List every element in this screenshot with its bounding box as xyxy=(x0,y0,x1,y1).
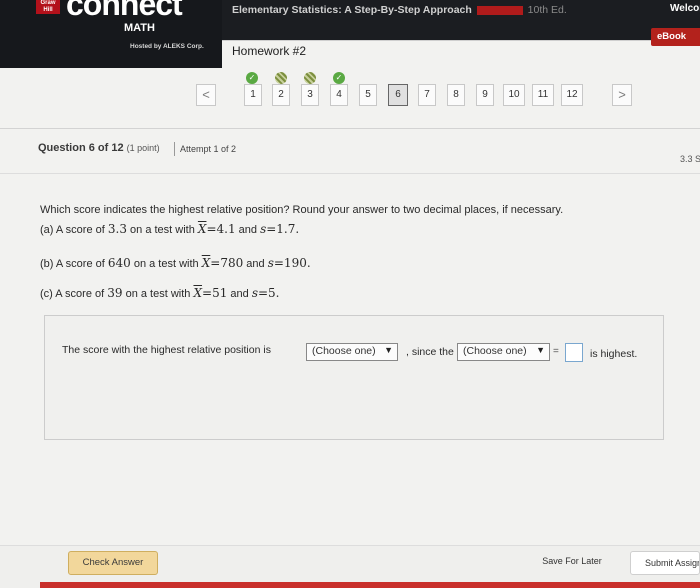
edition-text: 10th Ed. xyxy=(527,4,567,16)
header-divider xyxy=(174,142,175,156)
mean-symbol: X xyxy=(201,256,211,270)
answer-value-input[interactable] xyxy=(565,343,583,362)
prev-question-button[interactable]: < xyxy=(196,84,216,106)
option-and: and xyxy=(243,258,268,270)
partial-progress-icon xyxy=(275,72,287,84)
option-c: (c) A score of 39 on a test with X=51 an… xyxy=(40,286,280,300)
question-number: Question 6 of 12 xyxy=(38,142,124,154)
question-7-button[interactable]: 7 xyxy=(418,84,436,106)
question-4-button[interactable]: 4 xyxy=(330,84,348,106)
option-mid: on a test with xyxy=(122,288,194,300)
save-for-later-button[interactable]: Save For Later xyxy=(532,556,612,566)
question-navigator: < ✓ 1 2 3 ✓ 4 5 6 7 8 9 10 11 12 > xyxy=(0,72,700,114)
option-mid: on a test with xyxy=(126,224,198,236)
book-title-text: Elementary Statistics: A Step-By-Step Ap… xyxy=(232,4,472,16)
score-value: 640 xyxy=(107,256,131,270)
welcome-text: Welcome xyxy=(670,3,700,14)
select-value: (Choose one) xyxy=(463,345,527,357)
mean-symbol: X xyxy=(193,286,203,300)
question-prompt: Which score indicates the highest relati… xyxy=(40,204,564,216)
hosted-by-text: Hosted by ALEKS Corp. xyxy=(130,43,204,50)
question-6-button[interactable]: 6 xyxy=(388,84,408,106)
option-prefix: (b) A score of xyxy=(40,258,108,270)
product-name: MATH xyxy=(124,22,155,34)
option-and: and xyxy=(235,224,261,236)
question-3-button[interactable]: 3 xyxy=(301,84,319,106)
question-points: (1 point) xyxy=(126,143,160,153)
select-value: (Choose one) xyxy=(312,345,376,357)
mean-value: =51 xyxy=(202,286,228,300)
partial-progress-icon xyxy=(304,72,316,84)
option-mid: on a test with xyxy=(130,258,202,270)
question-9-button[interactable]: 9 xyxy=(476,84,494,106)
question-8-button[interactable]: 8 xyxy=(447,84,465,106)
redacted-author xyxy=(476,5,523,15)
sd-value: =5. xyxy=(257,286,280,300)
answer-since-text: , since the xyxy=(406,346,454,358)
connect-logo: connect xyxy=(66,0,183,22)
score-indicator: 3.3 S xyxy=(680,154,700,164)
mean-value: =4.1 xyxy=(206,222,236,236)
question-10-button[interactable]: 10 xyxy=(503,84,525,106)
option-prefix: (c) A score of xyxy=(40,288,108,300)
answer-lead-text: The score with the highest relative posi… xyxy=(62,344,271,356)
score-value: 3.3 xyxy=(107,222,127,236)
check-icon: ✓ xyxy=(246,72,258,84)
assignment-title: Homework #2 xyxy=(232,44,307,58)
option-and: and xyxy=(227,288,252,300)
option-prefix: (a) A score of xyxy=(40,224,108,236)
question-5-button[interactable]: 5 xyxy=(359,84,377,106)
check-answer-button[interactable]: Check Answer xyxy=(68,551,158,575)
question-11-button[interactable]: 11 xyxy=(532,84,554,106)
option-b: (b) A score of 640 on a test with X=780 … xyxy=(40,256,311,270)
question-12-button[interactable]: 12 xyxy=(561,84,583,106)
publisher-logo: Graw Hill xyxy=(36,0,60,14)
book-title: Elementary Statistics: A Step-By-Step Ap… xyxy=(232,4,567,16)
question-2-button[interactable]: 2 xyxy=(272,84,290,106)
highest-score-select[interactable]: (Choose one) ▼ xyxy=(306,343,398,361)
sd-value: =1.7. xyxy=(266,222,300,236)
ebook-button[interactable]: eBook xyxy=(651,28,700,46)
question-1-button[interactable]: 1 xyxy=(244,84,262,106)
question-header: Question 6 of 12 (1 point) Attempt 1 of … xyxy=(0,128,700,174)
bottom-accent-bar xyxy=(40,582,700,588)
attempt-counter: Attempt 1 of 2 xyxy=(180,144,237,154)
dropdown-arrow-icon: ▼ xyxy=(536,345,545,355)
check-icon: ✓ xyxy=(333,72,345,84)
submit-assignment-button[interactable]: Submit Assignment xyxy=(630,551,700,575)
option-a: (a) A score of 3.3 on a test with X=4.1 … xyxy=(40,222,299,236)
brand-area: Graw Hill connect MATH Hosted by ALEKS C… xyxy=(0,0,222,68)
next-question-button[interactable]: > xyxy=(612,84,632,106)
sd-value: =190. xyxy=(273,256,311,270)
question-title: Question 6 of 12 (1 point) xyxy=(38,142,160,154)
equals-sign: = xyxy=(553,346,559,357)
answer-tail-text: is highest. xyxy=(590,348,638,360)
mean-value: =780 xyxy=(210,256,244,270)
score-value: 39 xyxy=(107,286,123,300)
dropdown-arrow-icon: ▼ xyxy=(384,345,393,355)
answer-panel xyxy=(44,315,664,440)
statistic-select[interactable]: (Choose one) ▼ xyxy=(457,343,550,361)
